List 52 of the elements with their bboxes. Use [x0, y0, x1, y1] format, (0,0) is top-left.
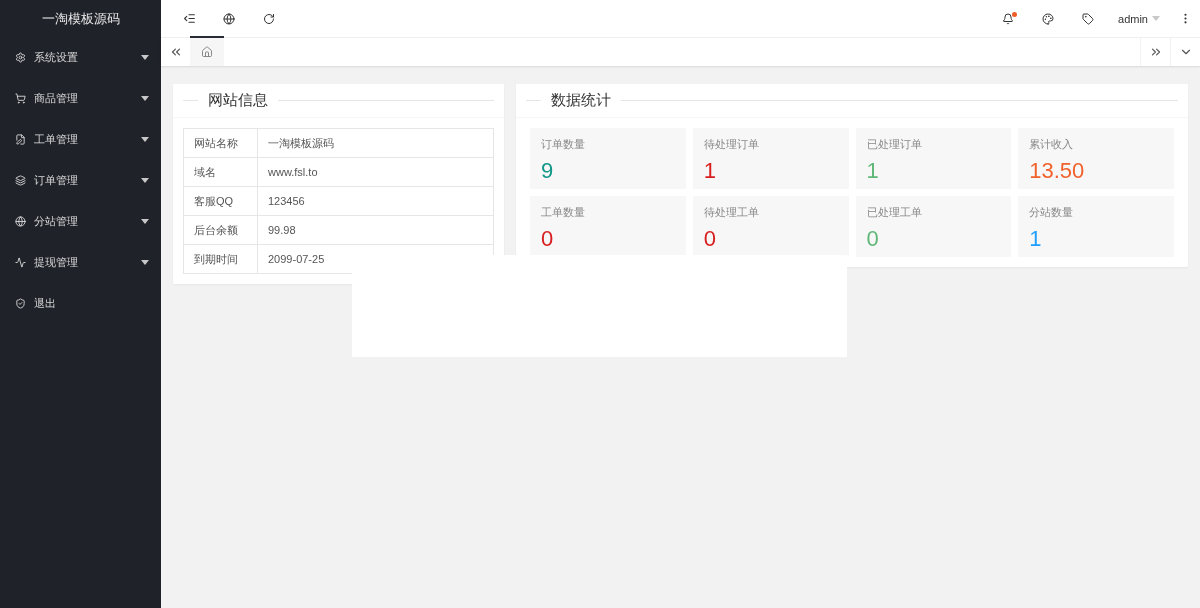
- table-cell: www.fsl.to: [257, 157, 494, 187]
- pulse-icon: [15, 257, 26, 268]
- layers-icon: [15, 175, 26, 186]
- stat-value: 0: [541, 226, 554, 252]
- stat-label: 待处理工单: [703, 206, 759, 220]
- table-cell: 到期时间: [183, 244, 258, 274]
- stat-label: 订单数量: [541, 138, 585, 152]
- table-cell: 123456: [257, 186, 494, 216]
- sidebar-item[interactable]: 退出: [0, 283, 161, 324]
- card-title: 网站信息: [208, 91, 268, 110]
- stat-value: 0: [703, 226, 716, 252]
- gear-icon: [15, 52, 26, 63]
- stat-value: 1: [866, 158, 879, 184]
- table-cell: 网站名称: [183, 128, 258, 158]
- sidebar-item[interactable]: 提现管理: [0, 242, 161, 283]
- tag-icon: [1082, 12, 1095, 25]
- stat-label: 已处理订单: [866, 138, 922, 152]
- globe-icon: [15, 216, 26, 227]
- caret-icon: [1152, 16, 1160, 21]
- stat-value: 1: [703, 158, 716, 184]
- refresh-icon: [263, 12, 275, 25]
- stat-label: 已处理工单: [866, 206, 922, 220]
- stat-label: 工单数量: [541, 206, 585, 220]
- stat-value: 13.50: [1029, 158, 1085, 184]
- document-pen-icon: [15, 134, 26, 145]
- stat-value: 0: [866, 226, 879, 252]
- sidebar-item[interactable]: 工单管理: [0, 119, 161, 160]
- stat-value: 9: [541, 158, 554, 184]
- globe-icon: [223, 12, 235, 25]
- sidebar-item[interactable]: 订单管理: [0, 160, 161, 201]
- bell-icon: [1002, 12, 1015, 25]
- home-tab[interactable]: [190, 36, 224, 66]
- stat-label: 待处理订单: [703, 138, 759, 152]
- table-cell: 客服QQ: [183, 186, 258, 216]
- user-menu[interactable]: admin: [1108, 0, 1170, 37]
- shield-check-icon: [15, 298, 26, 309]
- indent-icon: [182, 12, 196, 25]
- table-cell: 99.98: [257, 215, 494, 245]
- logo: 一淘模板源码: [40, 9, 121, 28]
- cart-icon: [15, 93, 26, 104]
- stat-label: 累计收入: [1029, 138, 1074, 152]
- card-title: 数据统计: [551, 91, 611, 110]
- sidebar-item[interactable]: 系统设置: [0, 37, 161, 78]
- table-cell: 域名: [183, 157, 258, 187]
- stat-label: 分站数量: [1029, 206, 1074, 220]
- sidebar-item[interactable]: 分站管理: [0, 201, 161, 242]
- home-icon: [201, 46, 213, 58]
- stat-value: 1: [1029, 226, 1042, 252]
- table-cell: 一淘模板源码: [257, 128, 494, 158]
- table-cell: 后台余额: [183, 215, 258, 245]
- sidebar-item[interactable]: 商品管理: [0, 78, 161, 119]
- palette-icon: [1042, 12, 1055, 25]
